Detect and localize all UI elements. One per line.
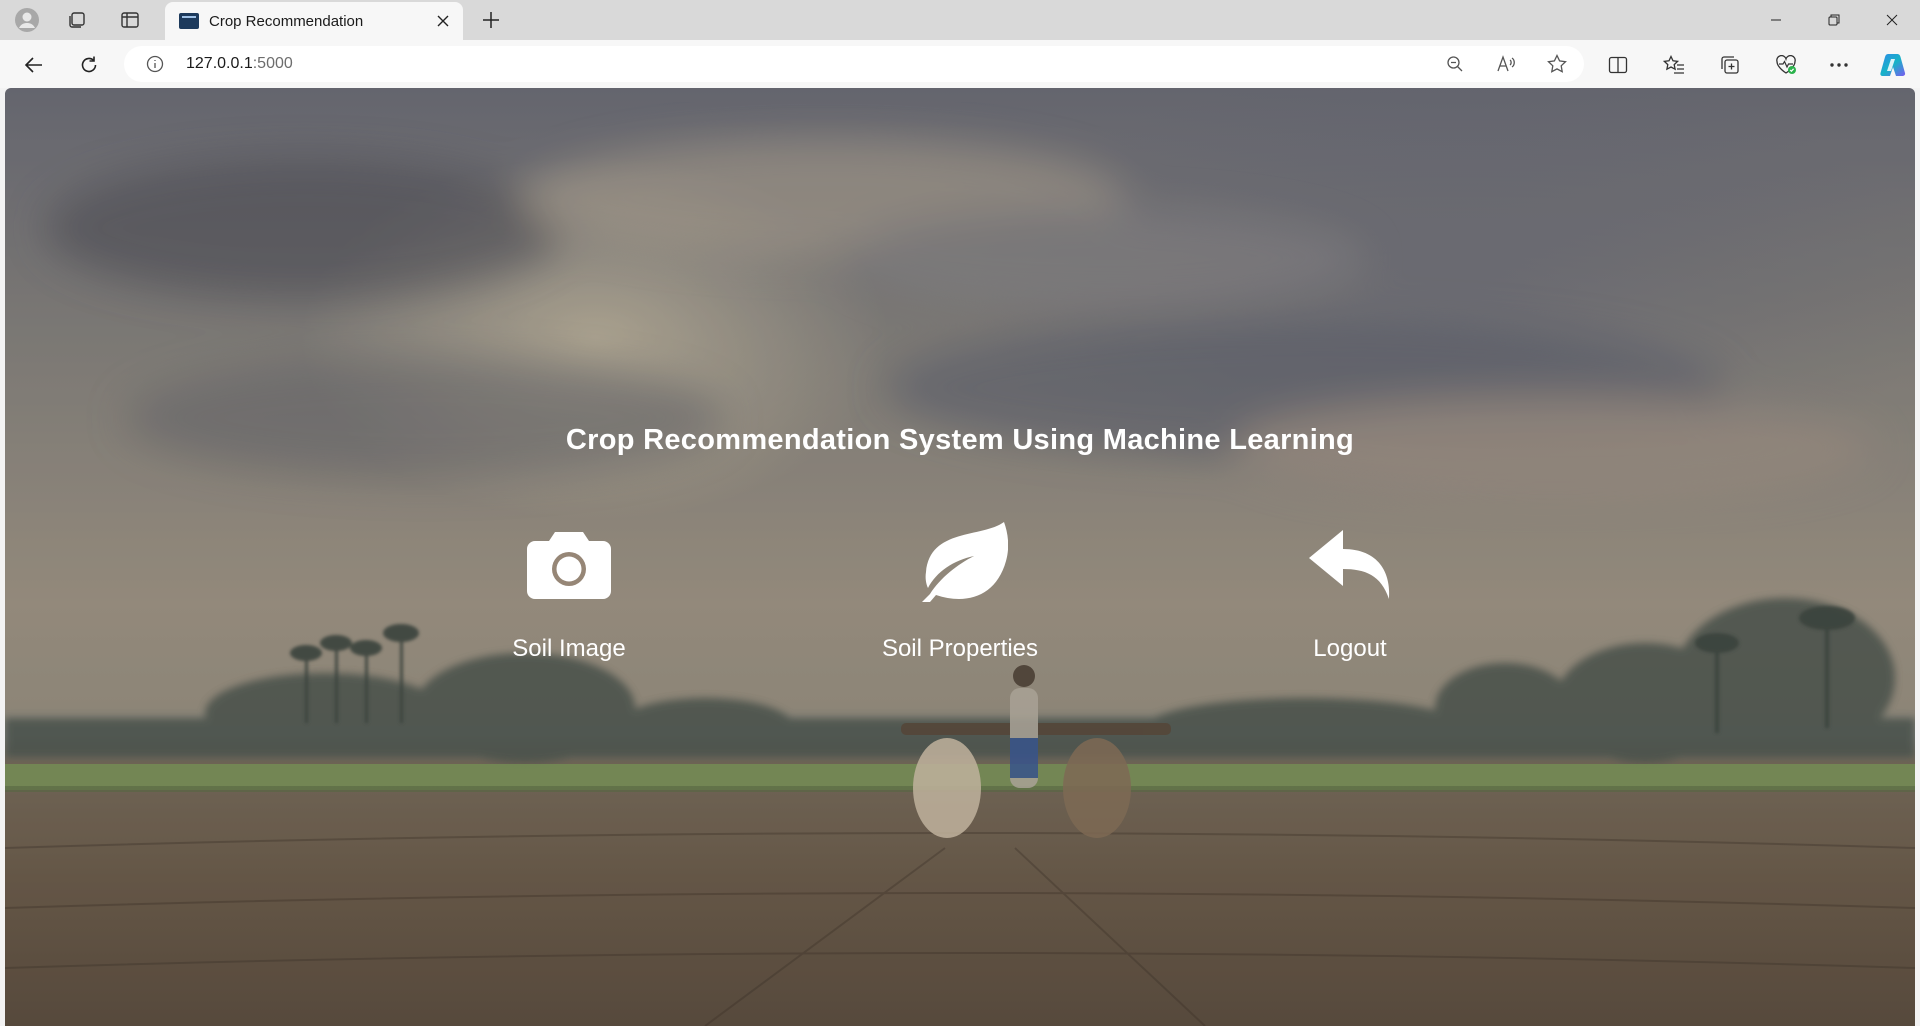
more-icon[interactable]: [1823, 49, 1855, 81]
refresh-icon[interactable]: [73, 49, 105, 81]
read-aloud-icon[interactable]: [1493, 51, 1519, 77]
tab-title: Crop Recommendation: [209, 13, 364, 30]
star-icon[interactable]: [1544, 51, 1570, 77]
camera-icon: [527, 532, 611, 599]
url-host: 127.0.0.1: [186, 55, 253, 72]
logout-button[interactable]: Logout: [1230, 528, 1470, 678]
copilot-icon[interactable]: [1876, 49, 1908, 81]
restore-button[interactable]: [1806, 0, 1862, 40]
soil-properties-label: Soil Properties: [881, 635, 1039, 662]
zoom-out-icon[interactable]: [1442, 51, 1468, 77]
back-arrow-icon[interactable]: [18, 49, 50, 81]
site-favicon-icon: [179, 13, 199, 29]
close-icon[interactable]: [433, 11, 453, 31]
active-tab[interactable]: Crop Recommendation: [165, 2, 463, 40]
minimize-button[interactable]: [1748, 0, 1804, 40]
leaf-icon: [922, 522, 1008, 602]
plus-icon[interactable]: [476, 5, 506, 35]
tab-strip: Crop Recommendation: [0, 0, 1920, 40]
heart-pulse-icon[interactable]: [1770, 49, 1802, 81]
soil-properties-button[interactable]: Soil Properties: [840, 522, 1080, 678]
close-window-button[interactable]: [1864, 0, 1920, 40]
logout-label: Logout: [1313, 635, 1387, 662]
soil-image-button[interactable]: Soil Image: [449, 528, 689, 678]
tab-actions-icon[interactable]: [115, 5, 145, 35]
reply-arrow-icon: [1309, 530, 1390, 599]
profile-icon[interactable]: [12, 5, 42, 35]
page-viewport: Crop Recommendation System Using Machine…: [5, 88, 1915, 1026]
split-screen-icon[interactable]: [1602, 49, 1634, 81]
url-text[interactable]: 127.0.0.1:5000: [186, 55, 293, 73]
collections-icon[interactable]: [1714, 49, 1746, 81]
navigation-bar: 127.0.0.1:5000: [0, 40, 1920, 88]
address-bar[interactable]: 127.0.0.1:5000: [124, 46, 1584, 82]
url-port: :5000: [252, 55, 293, 72]
soil-image-label: Soil Image: [512, 635, 626, 662]
page-title: Crop Recommendation System Using Machine…: [565, 424, 1355, 456]
workspaces-icon[interactable]: [62, 5, 92, 35]
favorites-icon[interactable]: [1658, 49, 1690, 81]
info-icon[interactable]: [146, 55, 164, 78]
